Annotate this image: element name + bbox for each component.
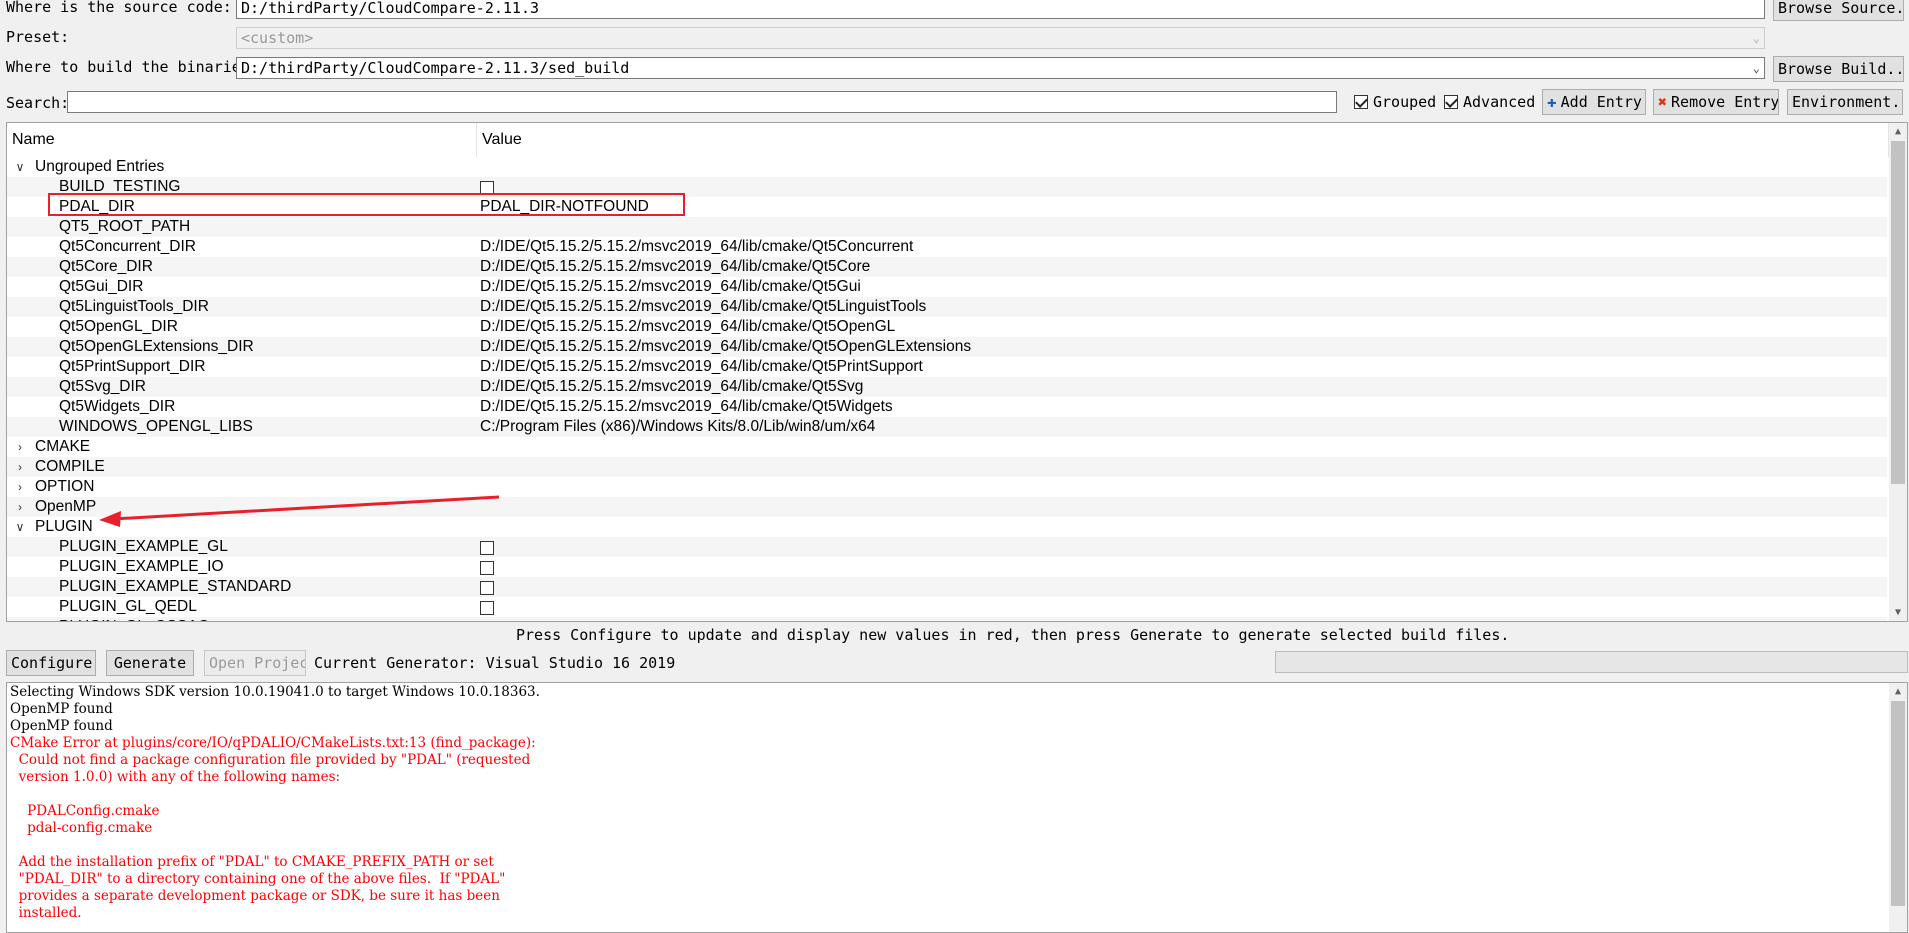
advanced-checkbox[interactable]: [1444, 95, 1458, 109]
preset-label: Preset:: [6, 28, 70, 46]
progress-bar: [1275, 651, 1908, 673]
log-scrollbar[interactable]: ▲: [1889, 683, 1907, 932]
remove-entry-button[interactable]: ✖ Remove Entry: [1653, 89, 1779, 115]
scrollbar-thumb[interactable]: [1891, 701, 1905, 906]
cache-entries-tree[interactable]: Name Value ∨ Ungrouped Entries BUILD_TESTI…: [6, 122, 1908, 622]
output-log[interactable]: Selecting Windows SDK version 10.0.19041…: [6, 682, 1908, 933]
log-line-error: Add the installation prefix of "PDAL" to…: [10, 854, 494, 870]
log-line-error: Could not find a package configuration f…: [10, 752, 531, 768]
source-label: Where is the source code:: [6, 0, 232, 16]
log-line-error: "PDAL_DIR" to a directory containing one…: [10, 871, 506, 887]
build-path-combo[interactable]: D:/thirdParty/CloudCompare-2.11.3/sed_bu…: [236, 57, 1765, 79]
advanced-toggle[interactable]: Advanced: [1444, 93, 1535, 111]
advanced-label: Advanced: [1463, 93, 1536, 111]
chevron-down-icon[interactable]: ⌄: [1753, 58, 1760, 78]
configure-button[interactable]: Configure: [6, 650, 96, 676]
plus-icon: ✚: [1547, 92, 1557, 111]
grouped-label: Grouped: [1373, 93, 1437, 111]
add-entry-button[interactable]: ✚ Add Entry: [1542, 89, 1646, 115]
scroll-up-icon[interactable]: ▲: [1889, 683, 1907, 700]
open-project-button: Open Project: [204, 650, 306, 676]
source-path-input[interactable]: D:/thirdParty/CloudCompare-2.11.3: [236, 0, 1765, 19]
log-line-error: version 1.0.0) with any of the following…: [10, 769, 341, 785]
grouped-checkbox[interactable]: [1354, 95, 1368, 109]
current-generator: Current Generator: Visual Studio 16 2019: [314, 654, 676, 672]
environment-button[interactable]: Environment...: [1787, 89, 1903, 115]
grouped-toggle[interactable]: Grouped: [1354, 93, 1436, 111]
browse-source-button[interactable]: Browse Source...: [1773, 0, 1904, 21]
log-line: OpenMP found: [10, 718, 113, 734]
remove-entry-label: Remove Entry: [1671, 93, 1779, 111]
log-line: OpenMP found: [10, 701, 113, 717]
annotation-arrow: [99, 495, 500, 527]
search-input[interactable]: [67, 91, 1337, 113]
log-line-error: installed.: [10, 905, 82, 921]
build-label: Where to build the binaries:: [6, 58, 259, 76]
log-line-error: PDALConfig.cmake: [10, 803, 160, 819]
entry-checkbox[interactable]: [480, 620, 494, 621]
preset-value: <custom>: [241, 29, 314, 47]
log-line-error: provides a separate development package …: [10, 888, 500, 904]
generate-button[interactable]: Generate: [106, 650, 194, 676]
status-hint: Press Configure to update and display ne…: [516, 626, 1510, 644]
chevron-down-icon: ⌄: [1752, 31, 1760, 45]
browse-build-button[interactable]: Browse Build...: [1773, 56, 1904, 82]
remove-icon: ✖: [1658, 93, 1668, 111]
search-label: Search:: [6, 94, 70, 112]
build-path-value: D:/thirdParty/CloudCompare-2.11.3/sed_bu…: [241, 59, 630, 77]
log-line-error: pdal-config.cmake: [10, 820, 153, 836]
log-line-error: CMake Error at plugins/core/IO/qPDALIO/C…: [10, 735, 536, 751]
log-line: Selecting Windows SDK version 10.0.19041…: [10, 684, 540, 700]
preset-combo: <custom> ⌄: [236, 27, 1765, 49]
add-entry-label: Add Entry: [1560, 93, 1642, 111]
